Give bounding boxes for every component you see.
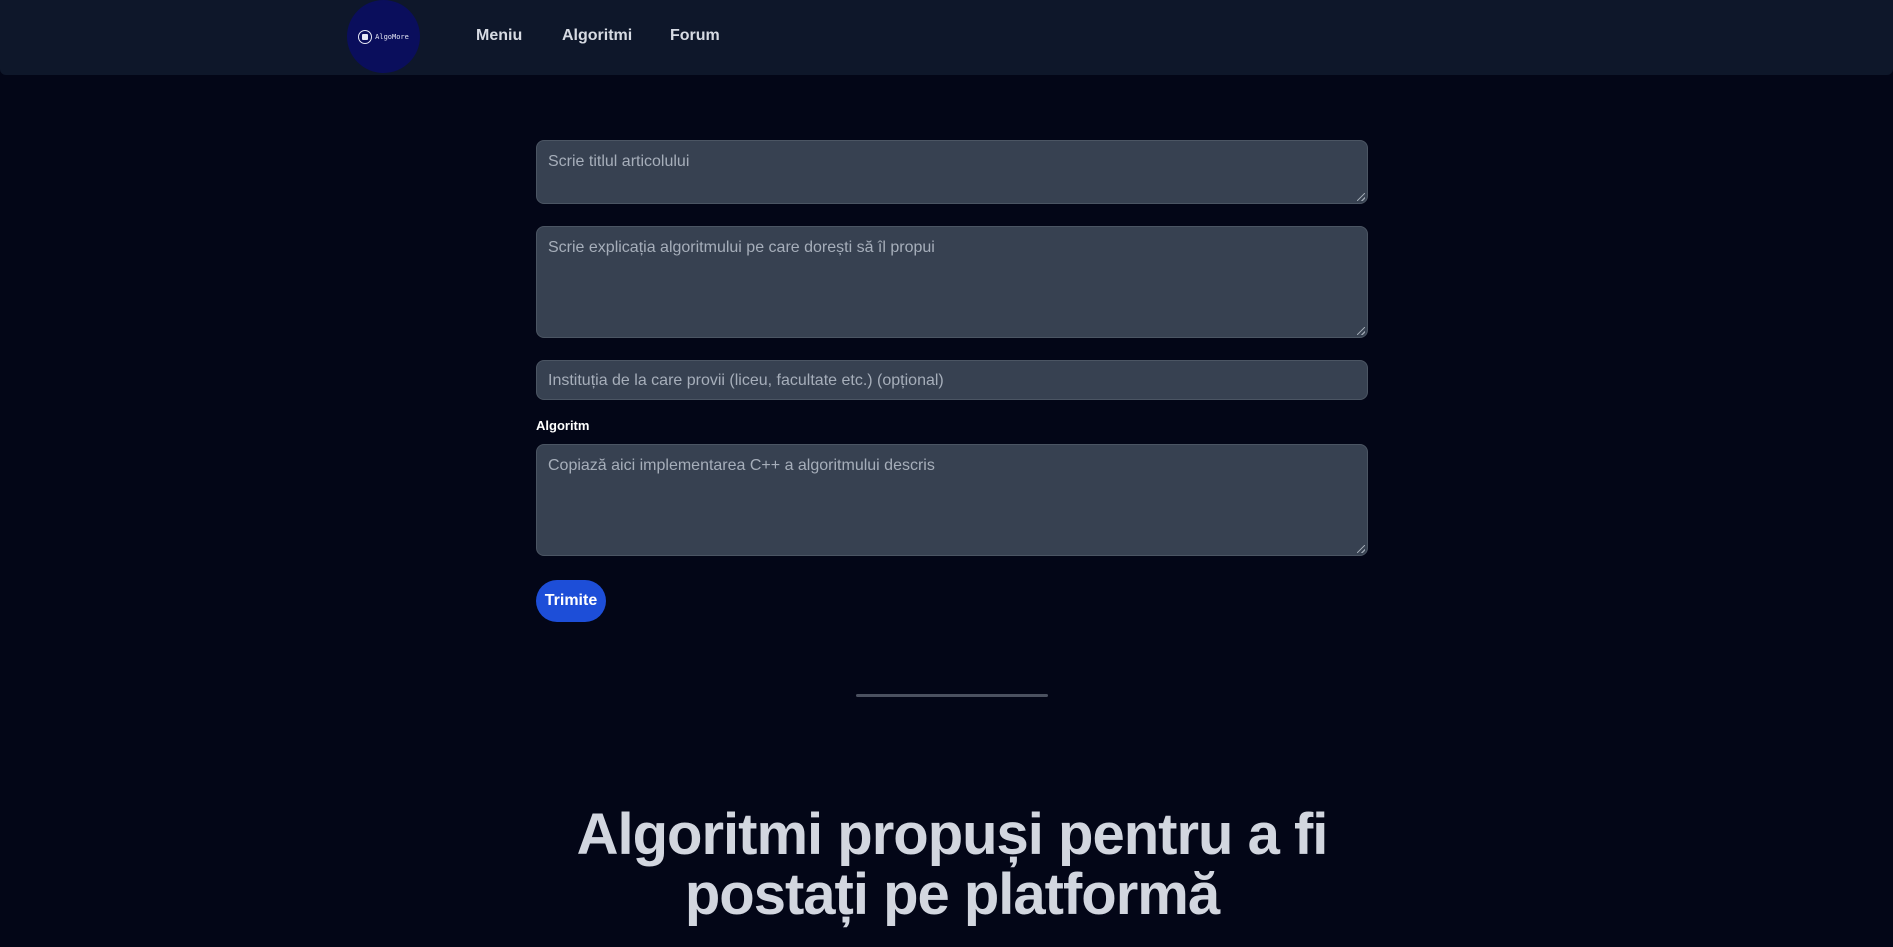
explanation-textarea[interactable]: Scrie explicația algoritmului pe care do… [536, 226, 1368, 338]
explanation-placeholder: Scrie explicația algoritmului pe care do… [548, 239, 935, 256]
title-textarea[interactable]: Scrie titlul articolului [536, 140, 1368, 204]
resize-handle-icon[interactable] [1357, 193, 1365, 201]
resize-handle-icon[interactable] [1357, 327, 1365, 335]
algorithm-label: Algoritm [536, 418, 590, 433]
submit-button[interactable]: Trimite [536, 580, 606, 622]
nav-link-forum[interactable]: Forum [670, 26, 720, 46]
title-placeholder: Scrie titlul articolului [548, 153, 690, 170]
nav-link-algoritmi[interactable]: Algoritmi [562, 26, 632, 46]
logo-text: AlgoMore [375, 32, 409, 41]
logo-icon [358, 29, 373, 44]
institution-input[interactable]: Instituția de la care provii (liceu, fac… [536, 360, 1368, 400]
resize-handle-icon[interactable] [1357, 545, 1365, 553]
section-heading: Algoritmi propuși pentru a fi postați pe… [576, 802, 1329, 927]
section-divider [856, 694, 1048, 697]
navbar: AlgoMore Meniu Algoritmi Forum [0, 0, 1893, 75]
logo[interactable]: AlgoMore [347, 0, 420, 73]
institution-placeholder: Instituția de la care provii (liceu, fac… [548, 372, 944, 389]
code-placeholder: Copiază aici implementarea C++ a algorit… [548, 457, 935, 474]
nav-link-meniu[interactable]: Meniu [476, 26, 522, 46]
code-textarea[interactable]: Copiază aici implementarea C++ a algorit… [536, 444, 1368, 556]
